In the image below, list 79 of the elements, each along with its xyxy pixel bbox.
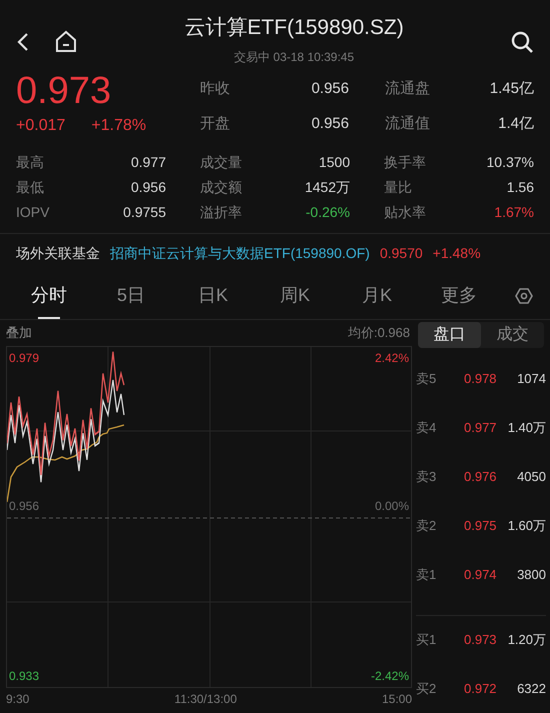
time-label: 15:00: [382, 691, 412, 708]
stat-label: 溢折率: [200, 203, 242, 222]
stat-label: IOPV: [16, 203, 50, 222]
chart-tab[interactable]: 更多: [418, 272, 500, 319]
stat-value: -0.26%: [306, 203, 350, 222]
time-label: 9:30: [6, 691, 30, 708]
high-percent: 2.42%: [374, 350, 409, 367]
stat-value: 1.4亿: [498, 114, 534, 134]
time-label: 11:30/13:00: [174, 691, 237, 708]
order-volume: 4050: [517, 468, 546, 486]
stat-value: 10.37%: [486, 153, 534, 172]
order-price: 0.973: [464, 630, 498, 649]
stat-label: 成交量: [200, 153, 242, 172]
price-change: +0.017: [16, 116, 66, 136]
order-volume: 1.20万: [508, 630, 546, 649]
fund-price: 0.9570: [380, 244, 423, 262]
stat-value: 0.977: [130, 153, 166, 172]
stat-label: 最高: [16, 153, 44, 172]
stat-value: 1452万: [304, 178, 350, 197]
home-icon[interactable]: [54, 29, 78, 53]
low-price: 0.933: [9, 668, 40, 685]
order-level: 卖5: [416, 370, 438, 388]
stat-label: 流通值: [385, 114, 430, 134]
low-percent: -2.42%: [370, 668, 409, 685]
stat-label: 最低: [16, 178, 44, 197]
order-level: 买2: [416, 680, 438, 698]
stat-label: 流通盘: [385, 79, 430, 99]
high-price: 0.979: [9, 350, 40, 367]
settings-icon[interactable]: [514, 286, 534, 306]
average-price: 均价:0.968: [348, 324, 410, 342]
chart-tab[interactable]: 分时: [8, 272, 90, 319]
stat-label: 换手率: [384, 153, 426, 172]
order-book-tab[interactable]: 成交: [481, 322, 544, 348]
order-price: 0.977: [464, 418, 498, 437]
overlay-label[interactable]: 叠加: [6, 323, 32, 343]
stat-value: 0.956: [130, 178, 166, 197]
stat-label: 量比: [384, 178, 412, 197]
order-price: 0.972: [464, 680, 498, 698]
order-level: 卖1: [416, 566, 438, 584]
chart-tab[interactable]: 月K: [336, 272, 418, 319]
base-price: 0.956: [9, 498, 40, 515]
order-volume: 1.60万: [508, 517, 546, 536]
order-price: 0.978: [464, 370, 498, 388]
order-price: 0.974: [464, 566, 498, 584]
order-book-tab[interactable]: 盘口: [418, 322, 481, 348]
order-level: 卖2: [416, 517, 438, 536]
back-icon[interactable]: [16, 32, 30, 52]
trading-status: 交易中 03-18 10:39:45: [234, 48, 354, 66]
stat-value: 0.956: [311, 114, 349, 134]
order-level: 卖3: [416, 468, 438, 486]
chart-tab[interactable]: 日K: [172, 272, 254, 319]
stat-value: 0.9755: [123, 203, 166, 222]
stat-value: 1.56: [506, 178, 534, 197]
order-volume: 1.40万: [508, 418, 546, 437]
stat-label: 贴水率: [384, 203, 426, 222]
stat-value: 1.67%: [494, 203, 534, 222]
stat-value: 0.956: [311, 79, 349, 99]
window-title: 云计算ETF(159890.SZ): [184, 15, 404, 41]
order-price: 0.976: [464, 468, 498, 486]
order-volume: 6322: [517, 680, 546, 698]
stat-label: 昨收: [200, 79, 230, 99]
stat-label: 开盘: [200, 114, 230, 134]
stat-value: 1.45亿: [490, 79, 534, 99]
order-level: 卖4: [416, 418, 438, 437]
related-fund-label: 场外关联基金: [16, 244, 100, 262]
order-volume: 3800: [517, 566, 546, 584]
order-price: 0.975: [464, 517, 498, 536]
chart-tab[interactable]: 5日: [90, 272, 172, 319]
current-price: 0.973: [16, 69, 112, 114]
chart-tab[interactable]: 周K: [254, 272, 336, 319]
percent-change: +1.78%: [91, 116, 146, 136]
order-volume: 1074: [517, 370, 546, 388]
order-level: 买1: [416, 630, 438, 649]
stat-value: 1500: [318, 153, 350, 172]
base-percent: 0.00%: [374, 498, 409, 515]
search-icon[interactable]: [510, 30, 534, 54]
fund-change: +1.48%: [432, 244, 481, 262]
stat-label: 成交额: [200, 178, 242, 197]
related-fund-link[interactable]: 招商中证云计算与大数据ETF(159890.OF): [110, 242, 370, 264]
